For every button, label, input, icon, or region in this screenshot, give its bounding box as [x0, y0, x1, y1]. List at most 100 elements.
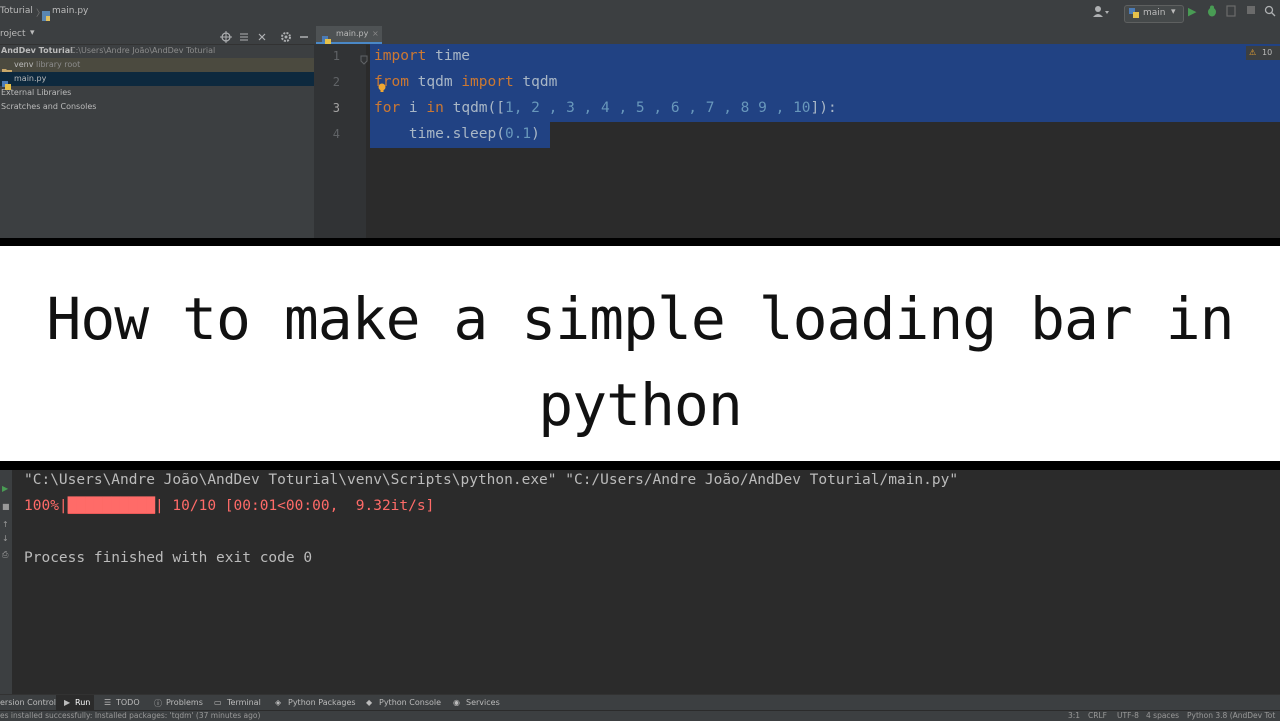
progress-percent: 100%|: [24, 498, 68, 514]
navigation-bar: Toturial 〉 main.py main ▾ ▶: [0, 0, 1280, 27]
close-icon[interactable]: ×: [372, 29, 379, 38]
code-token: time: [426, 48, 471, 64]
line-number: 3: [332, 101, 340, 115]
project-view-select[interactable]: roject: [0, 29, 26, 39]
stop-icon[interactable]: [1246, 5, 1256, 18]
terminal-icon: ▭: [214, 698, 222, 707]
package-icon: ◈: [275, 698, 282, 707]
code-token: import: [374, 48, 427, 64]
tool-terminal[interactable]: Terminal: [227, 698, 261, 707]
chevron-down-icon[interactable]: ▾: [30, 28, 35, 38]
code-line-3: for i in tqdm([1, 2 , 3 , 4 , 5 , 6 , 7 …: [374, 100, 837, 116]
breadcrumb-project[interactable]: Toturial: [0, 6, 33, 16]
rerun-icon[interactable]: ▶: [2, 484, 8, 493]
tool-todo[interactable]: TODO: [116, 698, 140, 707]
search-icon[interactable]: [1264, 5, 1276, 20]
run-console[interactable]: ▶ ■ ↑ ↓ ⎙ "C:\Users\Andre João\AndDev To…: [0, 470, 1280, 694]
status-bar: es installed successfully: Installed pac…: [0, 710, 1280, 721]
progress-bar: ██████████: [67, 498, 155, 514]
code-token: for: [374, 100, 401, 116]
banner-title-line-2: python: [538, 371, 743, 439]
tree-item-external-libraries[interactable]: External Libraries: [0, 86, 314, 100]
tree-root[interactable]: AndDev Toturial C:\Users\Andre João\AndD…: [0, 44, 314, 58]
run-icon[interactable]: ▶: [1188, 5, 1196, 18]
tree-item-scratches[interactable]: Scratches and Consoles: [0, 100, 314, 114]
editor[interactable]: main.py × 1 2 3 4 ⚠ 10 import time from …: [314, 26, 1280, 238]
tab-label: main.py: [336, 29, 369, 38]
tool-version-control[interactable]: ersion Control: [0, 698, 56, 707]
inspection-widget[interactable]: ⚠ 10: [1246, 46, 1280, 60]
scroll-down-icon[interactable]: ↓: [2, 534, 9, 543]
line-number-gutter: 1 2 3 4: [314, 44, 368, 238]
stop-icon[interactable]: ■: [2, 502, 10, 511]
status-encoding[interactable]: UTF-8: [1117, 711, 1139, 720]
python-icon: [1129, 8, 1139, 21]
console-progress-line: 100%|██████████| 10/10 [00:01<00:00, 9.3…: [24, 498, 434, 514]
code-token: time.sleep(: [374, 126, 505, 142]
tool-problems[interactable]: Problems: [166, 698, 203, 707]
code-line-1: import time: [374, 48, 470, 64]
status-caret-position[interactable]: 3:1: [1068, 711, 1080, 720]
tree-item-label: main.py: [14, 74, 47, 83]
banner-title: How to make a simple loading bar in pyth…: [40, 276, 1240, 448]
status-message[interactable]: es installed successfully: Installed pac…: [0, 711, 260, 720]
coverage-icon[interactable]: [1226, 5, 1236, 20]
run-configuration-label: main: [1143, 8, 1166, 18]
tree-item-label: Scratches and Consoles: [1, 102, 97, 111]
project-root-name: AndDev Toturial: [1, 46, 73, 55]
banner-panel: How to make a simple loading bar in pyth…: [0, 246, 1280, 461]
tree-item-venv[interactable]: venv library root: [0, 58, 314, 76]
tree-item-label: External Libraries: [1, 88, 72, 97]
title-banner: How to make a simple loading bar in pyth…: [0, 238, 1280, 470]
code-token: import: [461, 74, 514, 90]
tool-python-packages[interactable]: Python Packages: [288, 698, 356, 707]
fold-icon[interactable]: [360, 50, 368, 69]
warning-icon: ⚠: [1249, 48, 1257, 57]
python-console-icon: ◆: [366, 698, 373, 707]
print-icon[interactable]: ⎙: [2, 550, 8, 560]
progress-stats: | 10/10 [00:01<00:00, 9.32it/s]: [154, 498, 435, 514]
console-exit-line: Process finished with exit code 0: [24, 550, 313, 566]
code-token: tqdm([: [443, 100, 505, 116]
code-line-4: time.sleep(0.1): [374, 126, 540, 142]
code-line-2: from tqdm import tqdm: [374, 74, 557, 90]
code-token: tqdm: [408, 74, 462, 90]
project-tool-window: roject ▾ AndDev Toturial C:\Users\Andre …: [0, 26, 314, 238]
line-number: 2: [332, 75, 340, 89]
python-file-icon: [42, 6, 50, 21]
debug-icon[interactable]: [1206, 5, 1218, 20]
code-token: tqdm: [513, 74, 558, 90]
run-configuration-select[interactable]: main ▾: [1124, 5, 1184, 23]
breadcrumb-file[interactable]: main.py: [52, 6, 88, 16]
tool-run: Run: [75, 698, 91, 707]
code-token: ): [531, 126, 540, 142]
code-token: i: [400, 100, 427, 116]
project-header: roject ▾: [0, 26, 314, 45]
tree-item-label: venv: [14, 60, 34, 69]
line-number: 1: [332, 49, 340, 63]
status-line-separator[interactable]: CRLF: [1088, 711, 1107, 720]
tab-main-py[interactable]: main.py ×: [316, 26, 382, 45]
code-token: 1, 2 , 3 , 4 , 5 , 6 , 7 , 8 9 , 10: [504, 100, 811, 116]
tree-item-main-py[interactable]: main.py: [0, 72, 314, 90]
code-token: in: [426, 100, 444, 116]
list-icon: ☰: [104, 698, 112, 707]
tree-item-hint: library root: [36, 60, 81, 69]
banner-title-line-1: How to make a simple loading bar in: [46, 285, 1234, 353]
code-token: ]):: [810, 100, 837, 116]
user-icon[interactable]: [1092, 5, 1110, 22]
tool-run-active[interactable]: ▶ Run: [56, 695, 94, 711]
info-icon: ⓘ: [154, 699, 162, 708]
tool-python-console[interactable]: Python Console: [379, 698, 441, 707]
scroll-up-icon[interactable]: ↑: [2, 520, 9, 529]
chevron-down-icon: ▾: [1171, 7, 1176, 17]
tool-window-bar: ersion Control ▶ Run ☰ TODO ⓘ Problems ▭…: [0, 694, 1280, 711]
tool-services[interactable]: Services: [466, 698, 500, 707]
status-interpreter[interactable]: Python 3.8 (AndDev Tot: [1187, 711, 1275, 720]
console-command-line: "C:\Users\Andre João\AndDev Toturial\ven…: [24, 472, 959, 488]
code-token: 0.1: [504, 126, 532, 142]
console-side-toolbar: ▶ ■ ↑ ↓ ⎙: [0, 470, 12, 694]
status-indent[interactable]: 4 spaces: [1146, 711, 1179, 720]
services-icon: ◉: [453, 698, 460, 707]
code-token: from: [374, 74, 409, 90]
